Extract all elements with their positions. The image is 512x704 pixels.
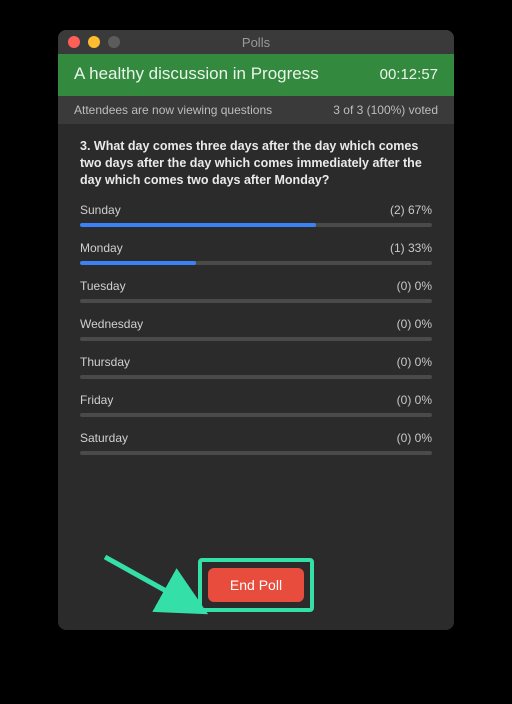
status-bar: Attendees are now viewing questions 3 of… [58, 96, 454, 124]
option-bar-fill [80, 223, 316, 227]
minimize-icon[interactable] [88, 36, 100, 48]
titlebar: Polls [58, 30, 454, 54]
window-controls [68, 36, 120, 48]
option-bar [80, 451, 432, 455]
poll-option: Tuesday (0) 0% [80, 279, 432, 303]
close-icon[interactable] [68, 36, 80, 48]
option-bar [80, 299, 432, 303]
option-label: Saturday [80, 431, 128, 445]
poll-content: 3. What day comes three days after the d… [58, 124, 454, 546]
poll-option: Thursday (0) 0% [80, 355, 432, 379]
option-count: (0) 0% [397, 393, 432, 407]
option-bar [80, 337, 432, 341]
polls-window: Polls A healthy discussion in Progress 0… [58, 30, 454, 630]
status-left: Attendees are now viewing questions [74, 103, 272, 117]
option-bar [80, 261, 432, 265]
option-bar [80, 413, 432, 417]
option-count: (0) 0% [397, 317, 432, 331]
option-count: (1) 33% [390, 241, 432, 255]
option-label: Thursday [80, 355, 130, 369]
option-bar-fill [80, 261, 196, 265]
option-count: (0) 0% [397, 279, 432, 293]
poll-timer: 00:12:57 [380, 66, 438, 83]
option-label: Wednesday [80, 317, 143, 331]
option-bar [80, 375, 432, 379]
poll-option: Saturday (0) 0% [80, 431, 432, 455]
footer: End Poll [58, 546, 454, 630]
option-label: Tuesday [80, 279, 126, 293]
option-label: Sunday [80, 203, 121, 217]
option-count: (2) 67% [390, 203, 432, 217]
poll-option: Sunday (2) 67% [80, 203, 432, 227]
poll-title: A healthy discussion in Progress [74, 64, 319, 84]
option-label: Monday [80, 241, 123, 255]
end-poll-button[interactable]: End Poll [208, 568, 304, 602]
poll-header: A healthy discussion in Progress 00:12:5… [58, 54, 454, 96]
option-bar [80, 223, 432, 227]
question-text: 3. What day comes three days after the d… [80, 138, 432, 189]
option-label: Friday [80, 393, 113, 407]
status-right: 3 of 3 (100%) voted [333, 103, 438, 117]
option-count: (0) 0% [397, 431, 432, 445]
poll-option: Monday (1) 33% [80, 241, 432, 265]
poll-option: Friday (0) 0% [80, 393, 432, 417]
poll-option: Wednesday (0) 0% [80, 317, 432, 341]
options-list: Sunday(2) 67%Monday(1) 33%Tuesday(0) 0%W… [80, 203, 432, 455]
end-poll-highlight: End Poll [198, 558, 314, 612]
fullscreen-icon [108, 36, 120, 48]
option-count: (0) 0% [397, 355, 432, 369]
